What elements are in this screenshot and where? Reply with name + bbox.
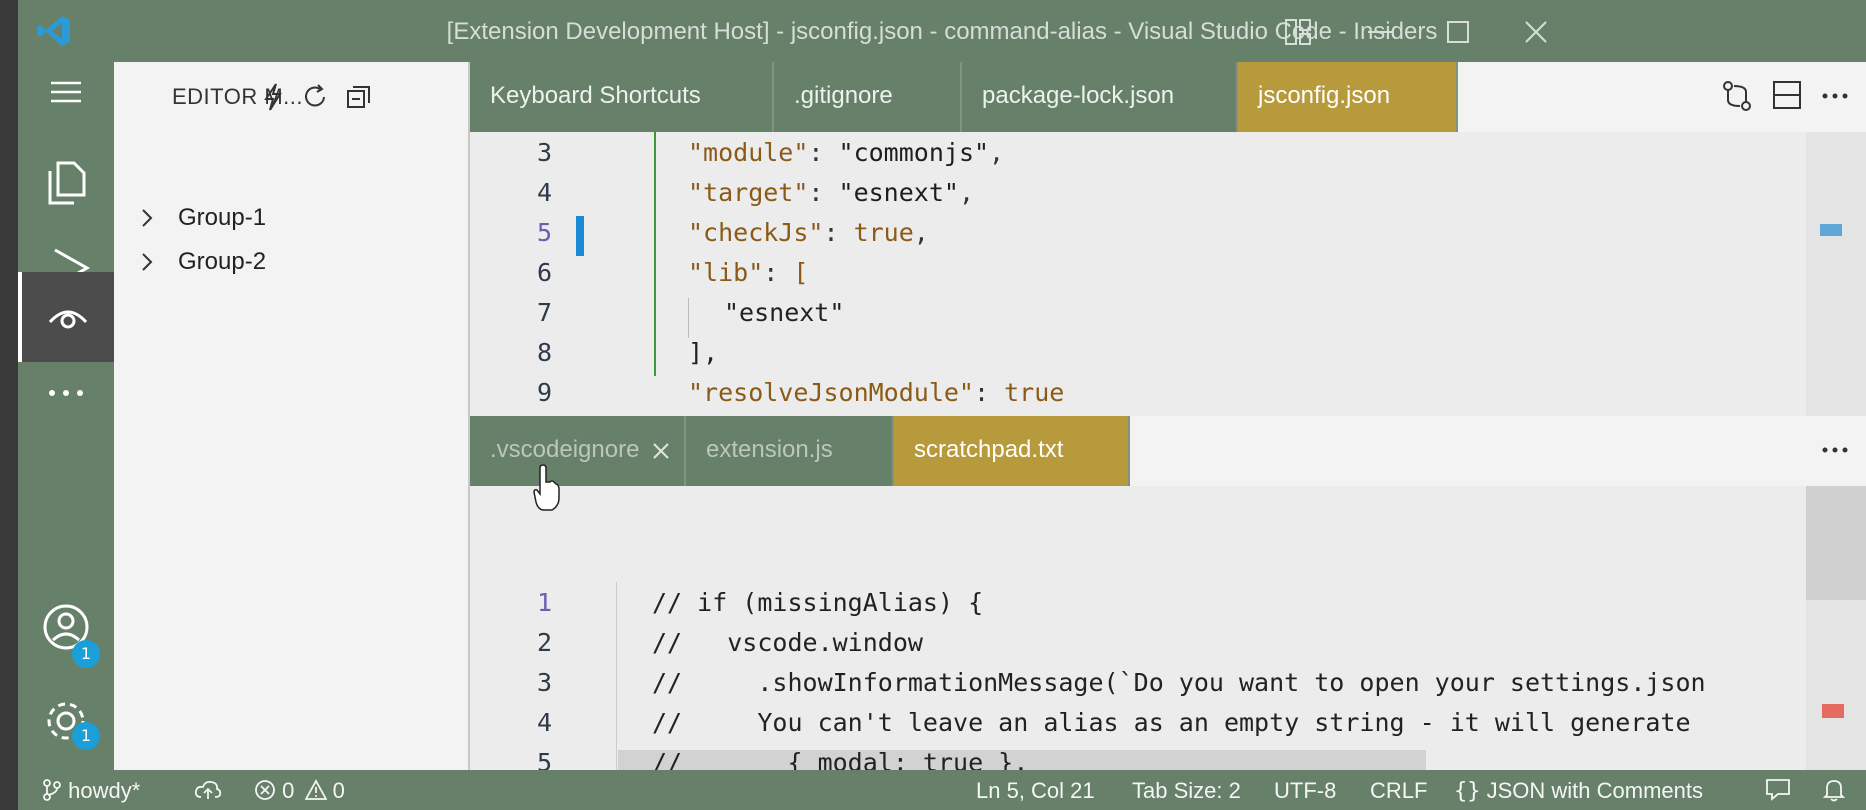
maximize-icon[interactable] xyxy=(1440,14,1476,50)
line-number: 3 xyxy=(536,138,552,167)
line-number: 3 xyxy=(536,668,552,697)
code-line: // .showInformationMessage(`Do you want … xyxy=(652,668,1706,697)
code-line: // { modal: true }, xyxy=(652,748,1029,770)
activity-settings[interactable]: 1 xyxy=(18,676,114,766)
sidebar-header: EDITOR M... xyxy=(114,62,470,128)
settings-badge: 1 xyxy=(72,722,100,750)
top-minimap[interactable] xyxy=(1806,132,1866,416)
git-change-indicator xyxy=(576,216,584,256)
tab-gitignore[interactable]: .gitignore xyxy=(774,62,962,132)
bracket-guide xyxy=(654,132,656,376)
top-editor[interactable]: 3 4 5 6 7 8 9 "module": "commonjs", "tar… xyxy=(470,132,1866,416)
line-number: 8 xyxy=(536,338,552,367)
line-number: 4 xyxy=(536,708,552,737)
error-icon xyxy=(255,780,275,800)
eye-icon xyxy=(48,310,88,329)
line-number: 6 xyxy=(536,258,552,287)
status-encoding[interactable]: UTF-8 xyxy=(1274,778,1336,804)
code-line: "esnext" xyxy=(724,298,845,327)
accounts-badge: 1 xyxy=(72,640,100,668)
tree-item-label: Group-2 xyxy=(178,248,267,275)
code-line: // You can't leave an alias as an empty … xyxy=(652,708,1691,737)
more-actions-icon[interactable] xyxy=(1820,432,1850,468)
activity-more[interactable] xyxy=(18,348,114,438)
code-line: // if (missingAlias) { xyxy=(652,588,984,617)
code-line: // vscode.window xyxy=(652,628,923,657)
line-number: 2 xyxy=(536,628,552,657)
warning-icon xyxy=(303,779,328,800)
more-icon xyxy=(49,390,83,396)
close-icon[interactable] xyxy=(1518,14,1554,50)
branch-name: howdy* xyxy=(68,778,141,803)
activity-bar: 1 1 xyxy=(18,62,114,770)
more-actions-icon[interactable] xyxy=(1820,78,1850,114)
line-number: 9 xyxy=(536,378,552,407)
activity-accounts[interactable]: 1 xyxy=(18,582,114,672)
line-number: 7 xyxy=(536,298,552,327)
minimap-error-marker xyxy=(1822,704,1844,718)
cloud-upload-icon xyxy=(194,780,222,799)
title-bar: [Extension Development Host] - jsconfig.… xyxy=(18,0,1866,62)
line-number: 4 xyxy=(536,178,552,207)
line-number: 5 xyxy=(536,218,552,247)
bell-icon[interactable] xyxy=(1822,777,1846,803)
compare-changes-icon[interactable] xyxy=(1720,78,1754,114)
line-number: 5 xyxy=(536,748,552,770)
git-branch-icon xyxy=(43,779,61,801)
tab-keyboard-shortcuts[interactable]: Keyboard Shortcuts xyxy=(470,62,774,132)
sidebar-editor-manager: EDITOR M... Group-1 Group-2 xyxy=(114,62,470,770)
window-title: [Extension Development Host] - jsconfig.… xyxy=(446,18,1438,45)
refresh-icon[interactable] xyxy=(300,82,330,112)
tab-package-lock[interactable]: package-lock.json xyxy=(962,62,1238,132)
status-cursor-position[interactable]: Ln 5, Col 21 xyxy=(976,778,1095,804)
chevron-right-icon xyxy=(142,253,153,271)
code-line: "checkJs": true, xyxy=(688,218,929,247)
status-language[interactable]: {} JSON with Comments xyxy=(1454,778,1703,804)
bottom-editor-tabbar: .vscodeignore extension.js scratchpad.tx… xyxy=(470,416,1866,486)
minimize-icon[interactable] xyxy=(1362,14,1398,50)
activity-explorer[interactable] xyxy=(18,138,114,228)
hamburger-menu-icon xyxy=(51,81,81,103)
status-bar: howdy* 0 0 Ln 5, Col 21 Tab Size: 2 UTF-… xyxy=(18,770,1866,810)
minimap-change-marker xyxy=(1820,224,1842,236)
indent-guide xyxy=(616,582,617,770)
lightning-icon[interactable] xyxy=(258,82,288,112)
code-line: "target": "esnext", xyxy=(688,178,975,207)
close-tab-icon[interactable] xyxy=(650,440,672,462)
tree-item-group-1[interactable]: Group-1 xyxy=(114,198,468,238)
tab-extension-js[interactable]: extension.js xyxy=(686,416,894,486)
chevron-right-icon xyxy=(142,209,153,227)
json-braces-icon: {} xyxy=(1454,779,1481,804)
layout-icon[interactable] xyxy=(1280,14,1316,50)
collapse-all-icon[interactable] xyxy=(344,82,374,112)
tab-jsconfig[interactable]: jsconfig.json xyxy=(1238,62,1458,132)
error-count: 0 xyxy=(282,778,295,803)
code-line: "lib": [ xyxy=(688,258,809,287)
scrollbar-slider[interactable] xyxy=(1806,486,1866,600)
warning-count: 0 xyxy=(332,778,345,803)
language-label: JSON with Comments xyxy=(1486,778,1704,803)
feedback-icon[interactable] xyxy=(1764,777,1792,803)
code-line: "resolveJsonModule": true xyxy=(688,378,1065,407)
tab-vscodeignore[interactable]: .vscodeignore xyxy=(470,416,686,486)
status-sync[interactable] xyxy=(194,778,222,804)
menu-button[interactable] xyxy=(18,62,114,122)
status-tab-size[interactable]: Tab Size: 2 xyxy=(1132,778,1241,804)
top-editor-tabbar: Keyboard Shortcuts .gitignore package-lo… xyxy=(470,62,1866,132)
vscode-window: [Extension Development Host] - jsconfig.… xyxy=(18,0,1866,810)
code-line: ], xyxy=(688,338,719,367)
split-editor-icon[interactable] xyxy=(1770,78,1804,114)
files-icon xyxy=(48,161,86,205)
indent-guide xyxy=(688,298,689,338)
status-eol[interactable]: CRLF xyxy=(1370,778,1427,804)
bottom-editor[interactable]: 1 2 3 4 5 // if (missingAlias) { // vsco… xyxy=(470,486,1866,770)
tab-scratchpad[interactable]: scratchpad.txt xyxy=(894,416,1130,486)
line-number: 1 xyxy=(536,588,552,617)
status-problems[interactable]: 0 0 xyxy=(254,778,345,804)
tree-item-group-2[interactable]: Group-2 xyxy=(114,242,468,282)
code-line: "module": "commonjs", xyxy=(688,138,1005,167)
tree-item-label: Group-1 xyxy=(178,204,267,231)
hand-cursor-icon xyxy=(533,464,560,511)
status-branch[interactable]: howdy* xyxy=(42,778,140,804)
